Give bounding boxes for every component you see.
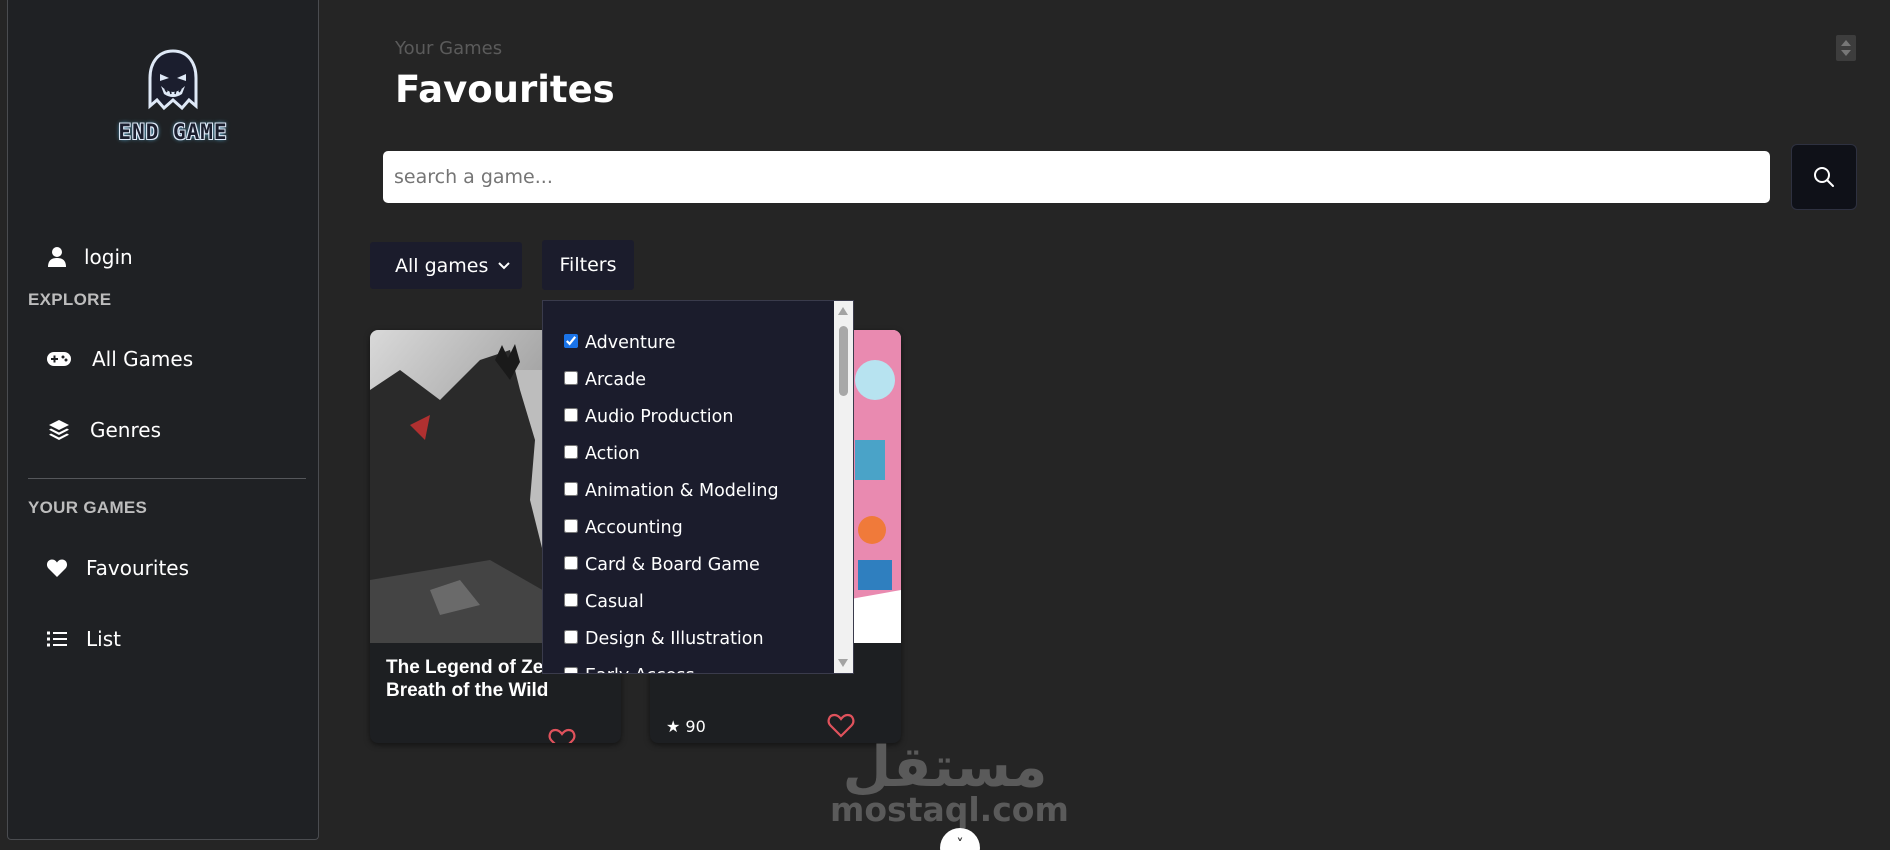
filter-label: Audio Production: [585, 406, 734, 427]
user-icon: [44, 244, 70, 270]
sidebar-item-all-games[interactable]: All Games: [46, 346, 193, 372]
filter-option-animation-modeling[interactable]: Animation & Modeling: [543, 472, 837, 509]
filter-checkbox[interactable]: [564, 518, 578, 533]
sidebar-item-favourites[interactable]: Favourites: [44, 555, 189, 581]
filter-label: Early Access: [585, 666, 695, 674]
heart-outline-icon: [827, 713, 855, 738]
filter-option-action[interactable]: Action: [543, 435, 837, 472]
sidebar-item-genres[interactable]: Genres: [46, 417, 161, 443]
chevron-down-circle-icon[interactable]: ˅: [940, 828, 980, 850]
filter-option-card-board-game[interactable]: Card & Board Game: [543, 546, 837, 583]
games-select-value: All games: [395, 254, 489, 277]
ghost-icon: [148, 49, 198, 111]
brand-name: END GAME: [118, 120, 228, 144]
scroll-up-icon[interactable]: [838, 307, 848, 315]
filter-label: Accounting: [585, 517, 683, 538]
watermark: مستقل mostaql.com: [830, 735, 1069, 829]
filter-option-casual[interactable]: Casual: [543, 583, 837, 620]
breadcrumb: Your Games: [395, 38, 503, 59]
sidebar: END GAME login EXPLORE All Games Genres …: [7, 0, 319, 840]
filter-checkbox[interactable]: [564, 592, 578, 607]
sidebar-item-label: login: [84, 245, 133, 269]
filters-dropdown[interactable]: Adventure Arcade Audio Production Action…: [542, 300, 854, 674]
section-title-explore: EXPLORE: [28, 290, 112, 309]
sidebar-item-label: Favourites: [86, 556, 190, 580]
filters-button[interactable]: Filters: [542, 240, 634, 290]
page-title: Favourites: [395, 68, 615, 111]
chevron-down-icon: [498, 261, 510, 269]
scroll-down-icon[interactable]: [838, 659, 848, 667]
list-icon: [44, 626, 70, 652]
filter-checkbox[interactable]: [564, 555, 578, 570]
sidebar-item-label: List: [86, 627, 121, 651]
game-rating: ★ 90: [666, 717, 706, 736]
search-icon: [1814, 167, 1834, 187]
sidebar-item-login[interactable]: login: [44, 244, 133, 270]
filter-checkbox[interactable]: [564, 407, 578, 422]
watermark-arabic: مستقل: [842, 735, 1048, 800]
games-select[interactable]: All games: [370, 242, 522, 289]
filter-label: Card & Board Game: [585, 554, 760, 575]
filter-label: Design & Illustration: [585, 628, 764, 649]
filter-label: Arcade: [585, 369, 647, 390]
filter-option-arcade[interactable]: Arcade: [543, 361, 837, 398]
filter-option-design-illustration[interactable]: Design & Illustration: [543, 620, 837, 657]
filter-option-adventure[interactable]: Adventure: [543, 324, 837, 361]
filter-option-early-access[interactable]: Early Access: [543, 657, 837, 674]
filter-checkbox[interactable]: [564, 481, 578, 496]
sidebar-item-label: All Games: [92, 347, 194, 371]
app: END GAME login EXPLORE All Games Genres …: [0, 0, 1890, 850]
filter-checkbox[interactable]: [564, 444, 578, 459]
filters-list: Adventure Arcade Audio Production Action…: [543, 301, 837, 674]
scroll-arrows-icon[interactable]: [1836, 35, 1856, 61]
heart-icon: [44, 555, 70, 581]
sidebar-divider: [28, 478, 306, 479]
search-button[interactable]: [1791, 144, 1857, 210]
watermark-latin: mostaql.com: [830, 790, 1069, 829]
filter-option-accounting[interactable]: Accounting: [543, 509, 837, 546]
filter-label: Casual: [585, 591, 644, 612]
filter-checkbox[interactable]: [564, 370, 578, 385]
brand-logo[interactable]: END GAME: [103, 48, 243, 144]
gamepad-icon: [46, 346, 72, 372]
filter-option-audio-production[interactable]: Audio Production: [543, 398, 837, 435]
search-input[interactable]: [383, 151, 1770, 203]
filter-label: Adventure: [585, 332, 676, 353]
heart-outline-icon: [548, 728, 576, 743]
scrollbar-thumb[interactable]: [839, 326, 848, 396]
filter-label: Action: [585, 443, 640, 464]
filter-checkbox[interactable]: [564, 629, 578, 644]
sidebar-item-label: Genres: [90, 418, 161, 442]
favourite-button[interactable]: [548, 728, 576, 743]
filters-scrollbar[interactable]: [834, 301, 853, 673]
sidebar-item-list[interactable]: List: [44, 626, 121, 652]
section-title-your-games: YOUR GAMES: [28, 498, 148, 517]
layers-icon: [46, 417, 72, 443]
filter-label: Animation & Modeling: [585, 480, 779, 501]
favourite-button[interactable]: [827, 713, 855, 742]
filter-checkbox[interactable]: [564, 666, 578, 673]
filter-checkbox[interactable]: [564, 333, 578, 348]
